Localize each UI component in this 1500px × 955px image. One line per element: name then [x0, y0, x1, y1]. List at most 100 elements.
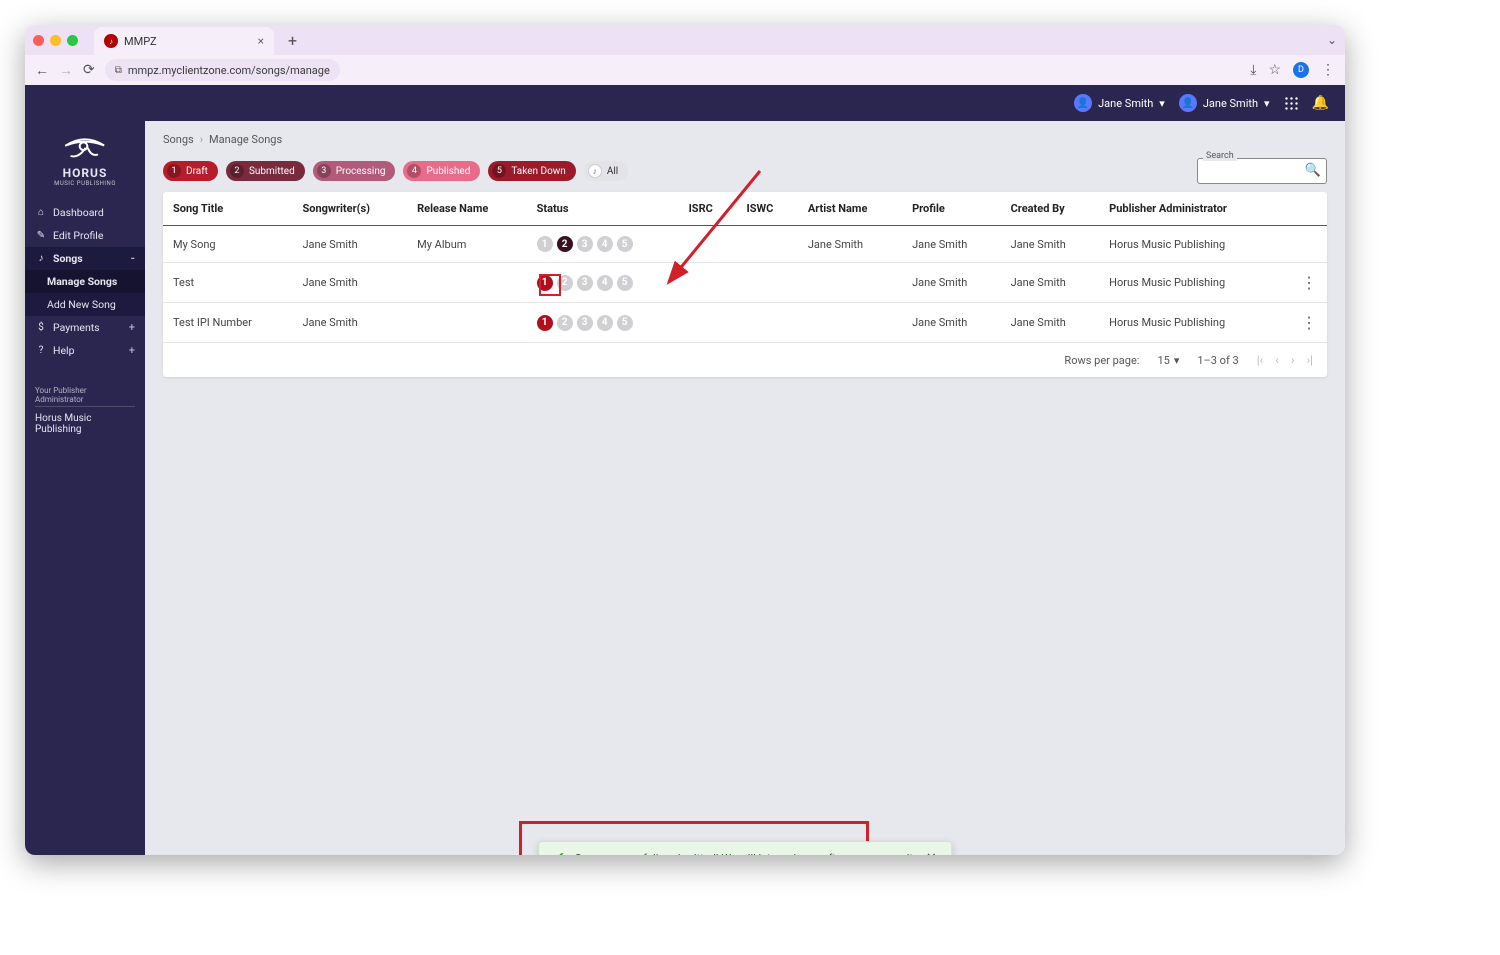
browser-tab[interactable]: ♪ MMPZ × [94, 27, 274, 55]
col-song-title[interactable]: Song Title [163, 192, 292, 226]
table-row[interactable]: TestJane Smith12345Jane SmithJane SmithH… [163, 263, 1327, 303]
cell-createdby: Jane Smith [1001, 226, 1100, 263]
notifications-icon[interactable]: 🔔 [1312, 95, 1329, 111]
status-number-icon: 5 [492, 164, 506, 178]
cell-iswc [737, 263, 798, 303]
search-field-wrapper: Search 🔍 [1197, 158, 1327, 184]
filter-chip-taken-down[interactable]: 5 Taken Down [488, 161, 575, 181]
status-step-1-icon: 1 [537, 315, 553, 331]
next-page-icon[interactable]: › [1291, 353, 1295, 367]
row-actions-button [1280, 226, 1327, 263]
music-icon: ♪ [35, 253, 47, 264]
breadcrumb: Songs › Manage Songs [145, 121, 1345, 158]
filter-chip-draft[interactable]: 1Draft [163, 161, 218, 181]
reload-button[interactable]: ⟳ [83, 62, 95, 78]
breadcrumb-songs[interactable]: Songs [163, 133, 194, 146]
maximize-window-button[interactable] [67, 35, 78, 46]
sidebar-subitem-add-new-song[interactable]: Add New Song [25, 293, 145, 316]
close-toast-icon[interactable]: ✕ [926, 851, 937, 856]
cell-pubadmin: Horus Music Publishing [1099, 263, 1280, 303]
col-release-name[interactable]: Release Name [407, 192, 526, 226]
sidebar-item-edit-profile[interactable]: ✎ Edit Profile [25, 224, 145, 247]
status-step-4-icon: 4 [597, 275, 613, 291]
profile-avatar-icon[interactable]: D [1293, 62, 1309, 78]
chip-label: Taken Down [511, 166, 565, 177]
cell-isrc [679, 263, 737, 303]
apps-grid-icon[interactable] [1284, 96, 1298, 110]
sidebar-item-payments[interactable]: $ Payments + [25, 316, 145, 339]
publisher-admin-block: Your Publisher Administrator Horus Music… [25, 386, 145, 435]
sidebar-label: Dashboard [53, 206, 104, 219]
user-menu-1[interactable]: 👤 Jane Smith ▾ [1074, 94, 1165, 112]
status-step-3-icon: 3 [577, 275, 593, 291]
col-profile[interactable]: Profile [902, 192, 1001, 226]
status-step-5-icon: 5 [617, 315, 633, 331]
tabs-dropdown-icon[interactable]: ⌄ [1327, 33, 1337, 47]
brand-logo[interactable]: HORUS MUSIC PUBLISHING [25, 121, 145, 193]
cell-title: Test IPI Number [163, 303, 292, 343]
table-row[interactable]: Test IPI NumberJane Smith12345Jane Smith… [163, 303, 1327, 343]
sidebar-item-help[interactable]: ? Help + [25, 339, 145, 362]
chip-label: All [607, 166, 618, 177]
songs-table: Song Title Songwriter(s) Release Name St… [163, 192, 1327, 377]
address-bar[interactable]: ⧉ mmpz.myclientzone.com/songs/manage [105, 59, 340, 81]
status-step-2-icon: 2 [557, 275, 573, 291]
col-publisher-admin[interactable]: Publisher Administrator [1099, 192, 1280, 226]
sidebar-label: Help [53, 344, 75, 357]
bookmark-icon[interactable]: ☆ [1268, 62, 1281, 78]
expand-icon: + [129, 344, 135, 357]
filter-chip-all[interactable]: ♪All [584, 161, 628, 181]
prev-page-icon[interactable]: ‹ [1275, 353, 1279, 367]
cell-artist [798, 263, 902, 303]
col-artist-name[interactable]: Artist Name [798, 192, 902, 226]
favicon-icon: ♪ [104, 34, 118, 48]
publisher-admin-label: Your Publisher Administrator [35, 386, 135, 407]
app-topbar: 👤 Jane Smith ▾ 👤 Jane Smith ▾ 🔔 [25, 85, 1345, 121]
sidebar-item-songs[interactable]: ♪ Songs - [25, 247, 145, 270]
col-status[interactable]: Status [527, 192, 679, 226]
new-tab-button[interactable]: + [288, 31, 297, 50]
last-page-icon[interactable]: ›| [1306, 353, 1313, 367]
forward-button[interactable]: → [59, 62, 73, 79]
url-text: mmpz.myclientzone.com/songs/manage [128, 64, 330, 77]
col-created-by[interactable]: Created By [1001, 192, 1100, 226]
site-info-icon[interactable]: ⧉ [115, 65, 122, 76]
filter-chip-processing[interactable]: 3Processing [313, 161, 396, 181]
chip-label: Processing [336, 166, 386, 177]
back-button[interactable]: ← [35, 62, 49, 79]
search-icon[interactable]: 🔍 [1305, 163, 1321, 178]
filter-chip-submitted[interactable]: 2Submitted [226, 161, 305, 181]
status-step-2-icon: 2 [557, 315, 573, 331]
home-icon: ⌂ [35, 207, 47, 218]
close-window-button[interactable] [33, 35, 44, 46]
sidebar-item-dashboard[interactable]: ⌂ Dashboard [25, 201, 145, 224]
cell-title: My Song [163, 226, 292, 263]
cell-artist: Jane Smith [798, 226, 902, 263]
col-isrc[interactable]: ISRC [679, 192, 737, 226]
row-actions-button[interactable]: ⋮ [1280, 263, 1327, 303]
table-row[interactable]: My SongJane SmithMy Album12345Jane Smith… [163, 226, 1327, 263]
rows-per-page-select[interactable]: 15 ▾ [1157, 354, 1179, 367]
cell-isrc [679, 226, 737, 263]
col-songwriters[interactable]: Songwriter(s) [292, 192, 407, 226]
cell-profile: Jane Smith [902, 303, 1001, 343]
cell-isrc [679, 303, 737, 343]
col-iswc[interactable]: ISWC [737, 192, 798, 226]
browser-menu-icon[interactable]: ⋮ [1321, 62, 1335, 78]
user-name: Jane Smith [1203, 97, 1258, 110]
filter-chip-published[interactable]: 4Published [403, 161, 480, 181]
cell-profile: Jane Smith [902, 263, 1001, 303]
sidebar-label: Add New Song [47, 298, 116, 311]
first-page-icon[interactable]: |‹ [1257, 353, 1264, 367]
sidebar-subitem-manage-songs[interactable]: Manage Songs [25, 270, 145, 293]
row-actions-button[interactable]: ⋮ [1280, 303, 1327, 343]
close-tab-icon[interactable]: × [258, 34, 264, 48]
user-icon: ✎ [35, 230, 47, 241]
cell-profile: Jane Smith [902, 226, 1001, 263]
status-step-1-icon: 1 [537, 275, 553, 291]
cell-release [407, 263, 526, 303]
minimize-window-button[interactable] [50, 35, 61, 46]
browser-tabstrip: ♪ MMPZ × + ⌄ [25, 25, 1345, 55]
install-app-icon[interactable]: ⤓ [1250, 62, 1256, 78]
user-menu-2[interactable]: 👤 Jane Smith ▾ [1179, 94, 1270, 112]
